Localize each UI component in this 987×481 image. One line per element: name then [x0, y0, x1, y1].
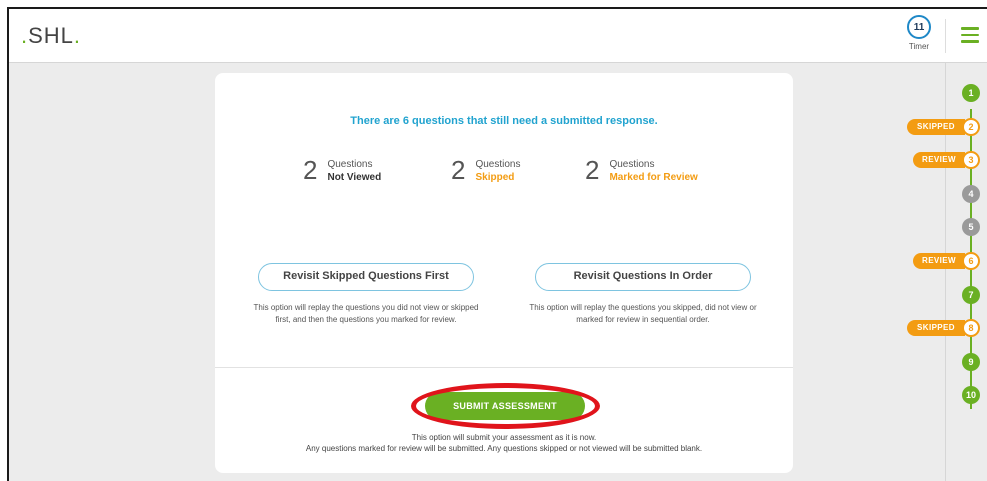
stat-status: Marked for Review: [609, 172, 698, 183]
submit-description-line-2: Any questions marked for review will be …: [305, 444, 703, 453]
revisit-in-order-button[interactable]: Revisit Questions In Order: [535, 263, 751, 291]
question-tag-8: SKIPPED: [907, 320, 965, 337]
stat-status: Skipped: [475, 172, 515, 183]
question-node-2[interactable]: 2: [962, 117, 980, 136]
stat-count: 2: [451, 155, 466, 185]
top-bar: .SHL. 11 Timer: [9, 9, 987, 63]
app-frame: .SHL. 11 Timer There are 6 questions tha…: [7, 7, 987, 481]
stat-label: Questions: [609, 159, 655, 170]
stat-status: Not Viewed: [327, 172, 382, 183]
question-tag-2: SKIPPED: [907, 118, 965, 135]
revisit-skipped-first-description: This option will replay the questions yo…: [253, 303, 479, 324]
logo-text: SHL: [28, 23, 74, 48]
timer-value: 11: [913, 21, 925, 33]
question-tag-3: REVIEW: [913, 152, 965, 169]
stat-count: 2: [303, 155, 318, 185]
logo-suffix: .: [73, 23, 82, 48]
submit-assessment-button[interactable]: SUBMIT ASSESSMENT: [425, 392, 585, 420]
stat-not-viewed: 2 Questions Not Viewed: [303, 157, 381, 184]
question-node-6[interactable]: 6: [962, 252, 980, 270]
stat-label: Questions: [327, 159, 373, 170]
revisit-in-order-description: This option will replay the questions yo…: [529, 303, 757, 324]
stat-count: 2: [585, 155, 600, 185]
stat-marked-for-review: 2 Questions Marked for Review: [585, 157, 698, 184]
question-node-4[interactable]: 4: [962, 184, 980, 203]
submission-summary-card: There are 6 questions that still need a …: [215, 73, 793, 473]
shl-logo: .SHL.: [21, 23, 81, 49]
question-node-7[interactable]: 7: [962, 285, 980, 304]
header-divider: [945, 19, 946, 53]
revisit-skipped-first-button[interactable]: Revisit Skipped Questions First: [258, 263, 474, 291]
submit-description-line-1: This option will submit your assessment …: [411, 433, 597, 442]
timer-icon: 11: [907, 15, 931, 39]
question-tag-6: REVIEW: [913, 253, 965, 269]
card-divider: [215, 367, 793, 368]
hamburger-menu-icon[interactable]: [961, 27, 979, 43]
stat-label: Questions: [475, 159, 521, 170]
remaining-questions-headline: There are 6 questions that still need a …: [350, 115, 658, 127]
timer: 11 Timer: [899, 15, 939, 51]
question-node-9[interactable]: 9: [962, 352, 980, 371]
question-node-1[interactable]: 1: [962, 84, 980, 102]
submit-description: This option will submit your assessment …: [215, 432, 793, 454]
stat-skipped: 2 Questions Skipped: [451, 157, 521, 184]
timer-label: Timer: [908, 42, 930, 51]
